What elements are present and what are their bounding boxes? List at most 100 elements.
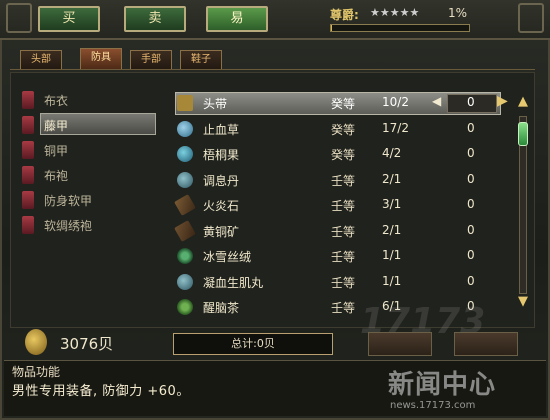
table-row[interactable]: 头带 癸等 10/2 0 (175, 92, 501, 118)
subtab-divider (10, 69, 535, 70)
item-quantity: 2/1 (382, 171, 402, 186)
item-grade: 壬等 (331, 173, 356, 188)
stone-icon (174, 194, 196, 216)
item-grade: 壬等 (331, 224, 356, 239)
item-name: 梧桐果 (203, 148, 240, 162)
category-item[interactable]: 防身软甲 (12, 188, 172, 212)
table-row[interactable]: 梧桐果 癸等 4/2 0 (175, 143, 501, 169)
mode-button-1[interactable]: 卖 (124, 6, 186, 32)
armor-icon (22, 191, 34, 209)
rank-progress-fill (331, 25, 333, 31)
item-count[interactable]: 0 (467, 95, 475, 109)
item-count[interactable]: 0 (467, 172, 475, 186)
item-quantity: 2/1 (382, 222, 402, 237)
item-grade: 癸等 (331, 97, 356, 111)
money-amount: 3076贝 (60, 335, 114, 353)
table-row[interactable]: 止血草 癸等 17/2 0 (175, 118, 501, 144)
category-item[interactable]: 软绸绣袍 (12, 213, 172, 237)
watermark-text: 新闻中心 (388, 370, 497, 400)
item-quantity: 1/1 (382, 273, 402, 288)
category-label: 防身软甲 (44, 194, 93, 208)
scrollbar-thumb[interactable] (518, 122, 528, 146)
item-name: 火炎石 (203, 199, 240, 213)
tab-2[interactable]: 手部 (130, 50, 172, 69)
watermark-url: news.17173.com (390, 400, 476, 411)
item-count[interactable]: 0 (467, 223, 475, 237)
category-label: 铜甲 (44, 144, 69, 158)
item-count[interactable]: 0 (467, 197, 475, 211)
rank-progress-bar (330, 24, 470, 32)
item-count[interactable]: 0 (467, 121, 475, 135)
rank-stars: ★★★★★ (370, 6, 420, 19)
category-item[interactable]: 布袍 (12, 163, 172, 187)
potion-icon (177, 120, 193, 137)
item-grade: 壬等 (331, 250, 356, 264)
scroll-down-icon[interactable]: ▼ (514, 294, 532, 310)
corner-ornament-right (518, 3, 544, 33)
armor-icon (22, 91, 34, 109)
tab-1[interactable]: 防具 (80, 48, 122, 69)
table-row[interactable]: 凝血生肌丸 壬等 1/1 0 (175, 271, 501, 297)
mode-button-0[interactable]: 买 (38, 6, 100, 32)
rank-label: 尊爵: (330, 8, 359, 22)
pill-icon (177, 273, 193, 290)
item-name: 调息丹 (203, 173, 240, 188)
total-display: 总计:0贝 (173, 333, 333, 355)
fruit-icon (177, 146, 193, 162)
tea-icon (177, 299, 193, 315)
cancel-button[interactable] (454, 332, 518, 356)
item-name: 黄铜矿 (203, 224, 240, 239)
scroll-up-icon[interactable]: ▲ (514, 94, 532, 110)
item-quantity: 4/2 (382, 146, 402, 160)
table-row[interactable]: 调息丹 壬等 2/1 0 (175, 169, 501, 195)
item-quantity: 10/2 (382, 95, 409, 109)
table-row[interactable]: 火炎石 壬等 3/1 0 (174, 194, 501, 220)
item-grade: 壬等 (331, 275, 356, 290)
item-name: 冰雪丝绒 (203, 250, 252, 264)
category-label: 布衣 (44, 94, 69, 108)
tab-3[interactable]: 鞋子 (180, 50, 222, 69)
category-item[interactable]: 布衣 (12, 88, 172, 112)
item-name: 凝血生肌丸 (203, 275, 264, 290)
helmet-icon (177, 95, 193, 111)
category-list: 布衣藤甲铜甲布袍防身软甲软绸绣袍 (12, 88, 172, 238)
item-grade: 壬等 (331, 301, 356, 315)
item-name: 醒脑茶 (203, 301, 240, 315)
armor-icon (22, 216, 34, 234)
silk-icon (177, 248, 193, 264)
rank-percent: 1% (448, 6, 468, 20)
item-count[interactable]: 0 (467, 146, 475, 160)
item-grade: 癸等 (331, 122, 356, 137)
category-item[interactable]: 铜甲 (12, 138, 172, 162)
armor-icon (22, 141, 34, 159)
category-label: 软绸绣袍 (44, 219, 93, 233)
item-list: 头带 癸等 10/2 0 止血草 癸等 17/2 0 梧桐果 癸等 4/2 0 调息丹 壬等 2/1 0 火炎石… (174, 92, 501, 322)
item-quantity: 17/2 (382, 120, 409, 135)
increase-arrow-icon[interactable]: ▶ (497, 93, 508, 109)
description-text: 男性专用装备, 防御力 +60。 (12, 384, 190, 399)
armor-icon (22, 166, 34, 184)
mode-button-2[interactable]: 易 (206, 6, 268, 32)
pill-icon (177, 171, 193, 188)
item-grade: 壬等 (331, 199, 356, 213)
description-title: 物品功能 (12, 365, 61, 379)
category-label: 藤甲 (44, 119, 69, 133)
corner-ornament-left (6, 3, 32, 33)
category-item[interactable]: 藤甲 (12, 113, 172, 137)
item-name: 止血草 (203, 122, 240, 137)
table-row[interactable]: 黄铜矿 壬等 2/1 0 (174, 219, 501, 246)
item-quantity: 3/1 (382, 197, 402, 211)
table-row[interactable]: 冰雪丝绒 壬等 1/1 0 (175, 245, 501, 271)
tab-0[interactable]: 头部 (20, 50, 62, 69)
category-label: 布袍 (44, 169, 69, 183)
item-count[interactable]: 0 (467, 274, 475, 288)
item-name: 头带 (203, 97, 228, 111)
confirm-button[interactable] (368, 332, 432, 356)
ore-icon (174, 219, 196, 242)
item-quantity: 1/1 (382, 248, 402, 262)
decrease-arrow-icon[interactable]: ◀ (432, 94, 441, 108)
item-count[interactable]: 0 (467, 248, 475, 262)
coin-icon (25, 329, 47, 355)
armor-icon (22, 116, 34, 134)
item-grade: 癸等 (331, 148, 356, 162)
